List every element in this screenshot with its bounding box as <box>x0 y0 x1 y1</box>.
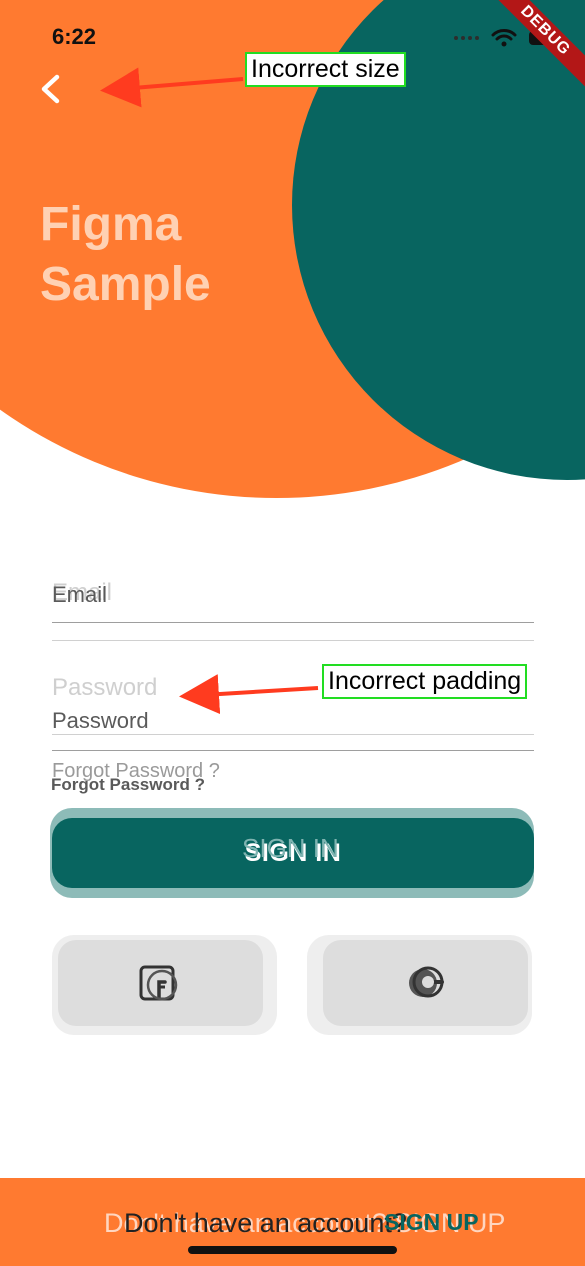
signal-icon <box>454 36 479 40</box>
email-underline-secondary <box>52 640 534 641</box>
signup-link[interactable]: SIGN UP <box>384 1209 479 1236</box>
forgot-password-link[interactable]: Forgot Password ? <box>51 775 205 795</box>
facebook-login-button[interactable] <box>58 940 263 1026</box>
password-underline-secondary <box>52 750 534 751</box>
wifi-icon <box>491 29 517 47</box>
incorrect-padding-annotation: Incorrect padding <box>322 664 528 699</box>
facebook-icon <box>139 965 177 1001</box>
status-time: 6:22 <box>52 24 97 49</box>
chevron-left-icon <box>41 74 60 104</box>
password-label: Password <box>52 708 149 733</box>
google-login-button[interactable] <box>323 940 528 1026</box>
google-icon <box>408 966 444 998</box>
home-indicator[interactable] <box>188 1246 397 1254</box>
signup-prompt: Don't have an account? <box>124 1208 407 1238</box>
page-title-line-1: Figma <box>40 198 182 251</box>
back-button[interactable] <box>34 70 72 108</box>
signin-ghost-label: SIGN IN <box>242 833 339 863</box>
email-underline <box>52 622 534 623</box>
incorrect-size-annotation: Incorrect size <box>245 52 406 87</box>
app-screen: 6:22 DEBUG Incorrect size Figma Sample E… <box>0 0 585 1266</box>
email-label: Email <box>52 582 108 607</box>
middle-annotation-arrow <box>179 674 319 715</box>
page-title: Figma Sample <box>40 195 211 315</box>
password-underline <box>52 734 534 735</box>
page-title-line-2: Sample <box>40 258 211 311</box>
password-ghost-label: Password <box>52 674 158 701</box>
